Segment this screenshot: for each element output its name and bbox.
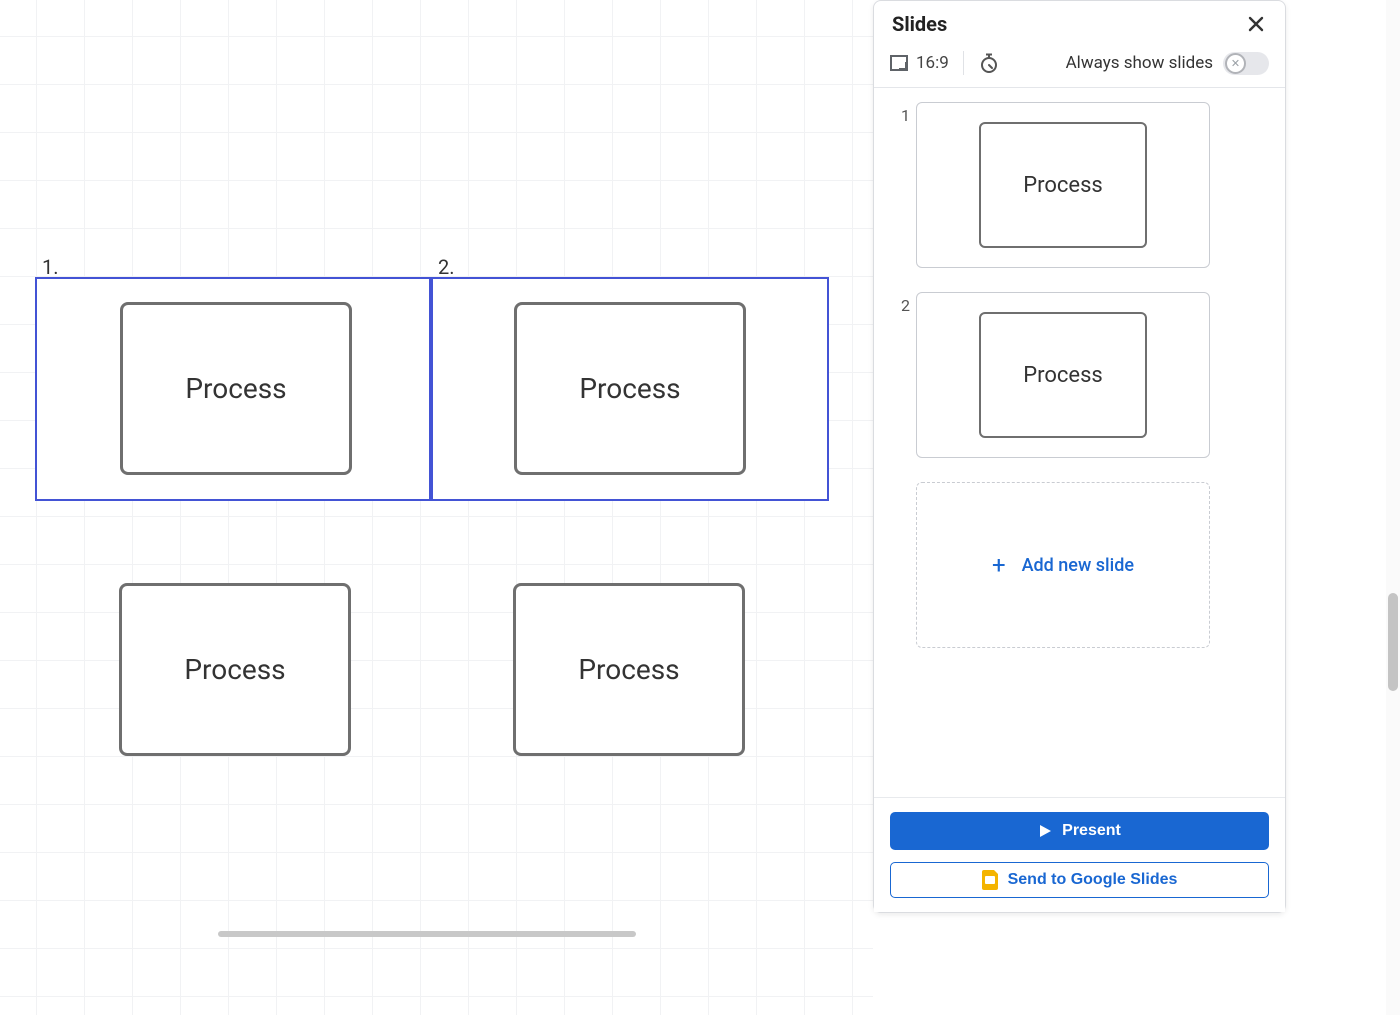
thumb-number: 1 (890, 102, 910, 125)
thumb-process-shape: Process (979, 312, 1147, 438)
thumb-row: 2 Process (890, 292, 1269, 458)
present-button[interactable]: Present (890, 812, 1269, 850)
always-show-label: Always show slides (1066, 53, 1213, 73)
process-shape-label: Process (184, 653, 285, 686)
thumb-number: 2 (890, 292, 910, 315)
process-shape-4[interactable]: Process (513, 583, 745, 756)
slide-thumbnail-2[interactable]: Process (916, 292, 1210, 458)
present-label: Present (1062, 822, 1121, 840)
panel-footer: Present Send to Google Slides (874, 797, 1285, 912)
process-shape-2[interactable]: Process (514, 302, 746, 475)
aspect-ratio-button[interactable]: 16:9 (890, 53, 949, 73)
process-shape-3[interactable]: Process (119, 583, 351, 756)
thumb-process-label: Process (1023, 173, 1103, 198)
thumb-process-label: Process (1023, 363, 1103, 388)
vertical-scrollbar-track[interactable] (1386, 0, 1400, 1015)
timer-button[interactable] (978, 52, 1000, 74)
google-slides-icon (982, 870, 998, 890)
google-slides-label: Send to Google Slides (1008, 871, 1178, 889)
close-button[interactable] (1243, 11, 1269, 37)
vertical-scrollbar-thumb[interactable] (1388, 593, 1398, 691)
thumb-process-shape: Process (979, 122, 1147, 248)
process-shape-1[interactable]: Process (120, 302, 352, 475)
stopwatch-icon (978, 52, 1000, 74)
toggle-knob-off-icon: ✕ (1225, 53, 1246, 74)
process-shape-label: Process (185, 372, 286, 405)
slides-panel: Slides 16:9 Always show slides ✕ (873, 0, 1286, 913)
panel-toolbar: 16:9 Always show slides ✕ (874, 45, 1285, 88)
slide-frame-2[interactable]: 2. Process (431, 277, 829, 501)
send-to-google-slides-button[interactable]: Send to Google Slides (890, 862, 1269, 898)
slide-thumbnail-1[interactable]: Process (916, 102, 1210, 268)
add-new-slide-button[interactable]: + Add new slide (916, 482, 1210, 648)
panel-header: Slides (874, 1, 1285, 45)
slide-label-2: 2. (438, 255, 455, 279)
divider (963, 51, 964, 75)
always-show-toggle[interactable]: ✕ (1223, 52, 1269, 75)
slide-label-1: 1. (42, 255, 59, 279)
process-shape-label: Process (578, 653, 679, 686)
aspect-ratio-icon (890, 55, 908, 71)
close-icon (1247, 15, 1265, 33)
horizontal-scrollbar[interactable] (218, 931, 636, 937)
aspect-ratio-label: 16:9 (916, 53, 949, 73)
canvas-area[interactable]: 1. Process 2. Process Process Process (0, 0, 873, 1015)
plus-icon: + (992, 553, 1006, 577)
slide-thumbnails: 1 Process 2 Process + Add new slide (874, 88, 1285, 656)
play-icon (1038, 824, 1052, 838)
process-shape-label: Process (579, 372, 680, 405)
panel-title: Slides (892, 12, 947, 36)
thumb-row: 1 Process (890, 102, 1269, 268)
add-slide-label: Add new slide (1022, 555, 1134, 576)
slide-frame-1[interactable]: 1. Process (35, 277, 431, 501)
always-show-slides-control: Always show slides ✕ (1066, 52, 1269, 75)
